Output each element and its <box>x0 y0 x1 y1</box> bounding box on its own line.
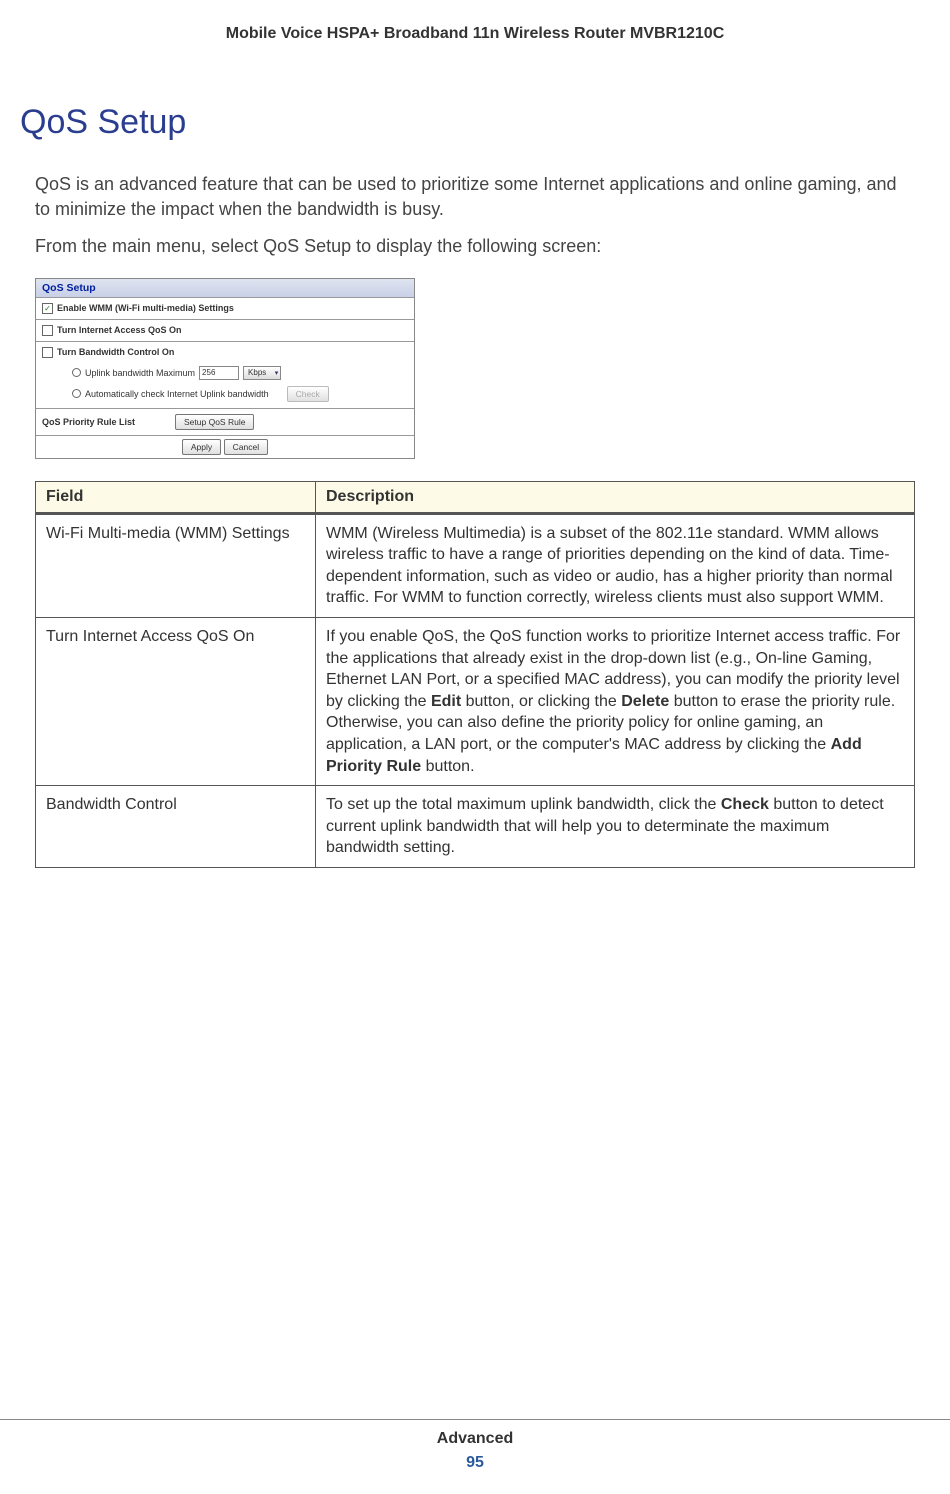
table-row: Turn Internet Access QoS On If you enabl… <box>36 617 915 785</box>
internet-qos-label: Turn Internet Access QoS On <box>57 325 182 335</box>
bandwidth-control-checkbox[interactable] <box>42 347 53 358</box>
uplink-max-input[interactable]: 256 <box>199 366 239 380</box>
desc-cell: WMM (Wireless Multimedia) is a subset of… <box>316 513 915 617</box>
cancel-button[interactable]: Cancel <box>224 439 268 455</box>
wmm-checkbox[interactable]: ✓ <box>42 303 53 314</box>
header-field: Field <box>36 481 316 513</box>
page-title: QoS Setup <box>20 103 950 142</box>
uplink-max-radio[interactable] <box>72 368 81 377</box>
field-cell: Wi-Fi Multi-media (WMM) Settings <box>36 513 316 617</box>
check-button[interactable]: Check <box>287 386 329 402</box>
page-footer: Advanced 95 <box>0 1419 950 1472</box>
table-header-row: Field Description <box>36 481 915 513</box>
qos-setup-screenshot: QoS Setup ✓ Enable WMM (Wi-Fi multi-medi… <box>35 278 415 459</box>
rule-list-label: QoS Priority Rule List <box>42 417 135 427</box>
internet-qos-checkbox[interactable] <box>42 325 53 336</box>
apply-button[interactable]: Apply <box>182 439 221 455</box>
footer-section-label: Advanced <box>0 1430 950 1448</box>
wmm-label: Enable WMM (Wi-Fi multi-media) Settings <box>57 303 234 313</box>
field-cell: Bandwidth Control <box>36 786 316 868</box>
bandwidth-control-label: Turn Bandwidth Control On <box>57 347 174 357</box>
setup-qos-rule-button[interactable]: Setup QoS Rule <box>175 414 254 430</box>
table-row: Wi-Fi Multi-media (WMM) Settings WMM (Wi… <box>36 513 915 617</box>
desc-cell: To set up the total maximum uplink bandw… <box>316 786 915 868</box>
table-row: Bandwidth Control To set up the total ma… <box>36 786 915 868</box>
uplink-unit-select[interactable]: Kbps <box>243 366 281 380</box>
footer-page-number: 95 <box>0 1454 950 1472</box>
auto-check-radio[interactable] <box>72 389 81 398</box>
intro-paragraph-2: From the main menu, select QoS Setup to … <box>35 234 915 259</box>
document-header: Mobile Voice HSPA+ Broadband 11n Wireles… <box>0 0 950 43</box>
desc-cell: If you enable QoS, the QoS function work… <box>316 617 915 785</box>
screenshot-title: QoS Setup <box>36 279 414 298</box>
header-description: Description <box>316 481 915 513</box>
field-cell: Turn Internet Access QoS On <box>36 617 316 785</box>
intro-paragraph-1: QoS is an advanced feature that can be u… <box>35 172 915 222</box>
field-description-table: Field Description Wi-Fi Multi-media (WMM… <box>35 481 915 868</box>
auto-check-label: Automatically check Internet Uplink band… <box>85 389 269 399</box>
uplink-max-label: Uplink bandwidth Maximum <box>85 368 195 378</box>
